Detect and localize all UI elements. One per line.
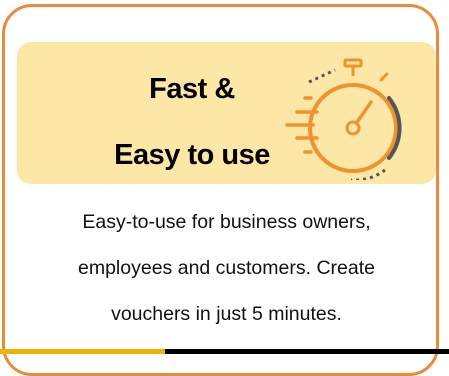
description-line-2: employees and customers. Create xyxy=(78,257,375,279)
bottom-divider xyxy=(0,349,449,354)
stopwatch-speed-icon xyxy=(285,58,415,182)
description-line-3: vouchers in just 5 minutes. xyxy=(111,303,342,325)
feature-card: Fast & Easy to use Easy-to-use for busin… xyxy=(2,4,439,376)
card-header: Fast & Easy to use xyxy=(17,42,436,184)
description-line-1: Easy-to-use for business owners, xyxy=(82,211,371,233)
card-title: Fast & Easy to use xyxy=(77,56,307,188)
title-line-2: Easy to use xyxy=(114,139,270,171)
card-description: Easy-to-use for business owners, employe… xyxy=(17,199,436,337)
bottom-divider-accent xyxy=(0,349,165,354)
title-line-1: Fast & xyxy=(149,73,235,105)
